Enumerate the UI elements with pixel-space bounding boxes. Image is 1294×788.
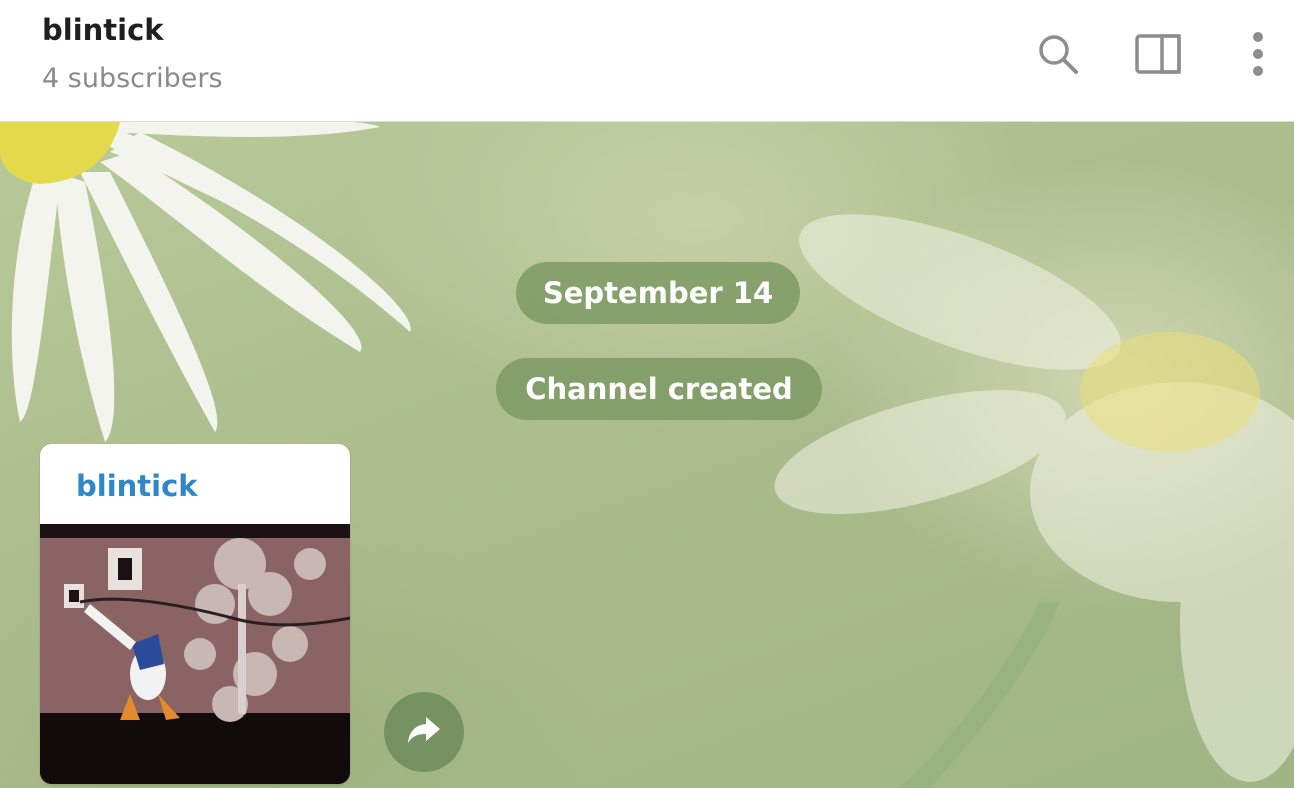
side-panel-button[interactable]: [1130, 28, 1186, 84]
forward-button[interactable]: [384, 692, 464, 772]
search-icon: [1035, 31, 1081, 81]
telegram-channel-window: blintick 4 subscribers September 14 Chan…: [0, 0, 1294, 788]
channel-message[interactable]: blintick: [40, 444, 350, 784]
message-gif[interactable]: [40, 524, 350, 784]
channel-created-notice: Channel created: [496, 358, 822, 420]
chat-header: blintick 4 subscribers: [0, 0, 1294, 122]
chat-area[interactable]: September 14 Channel created blintick: [0, 122, 1294, 788]
more-vertical-icon: [1251, 30, 1265, 82]
more-options-button[interactable]: [1230, 28, 1286, 84]
subscriber-count[interactable]: 4 subscribers: [42, 61, 223, 97]
gif-thumbnail: [40, 524, 350, 784]
channel-title[interactable]: blintick: [42, 12, 164, 48]
date-separator: September 14: [516, 262, 800, 324]
message-author[interactable]: blintick: [76, 466, 198, 506]
forward-icon: [406, 715, 442, 749]
search-button[interactable]: [1030, 28, 1086, 84]
side-panel-icon: [1134, 33, 1182, 79]
